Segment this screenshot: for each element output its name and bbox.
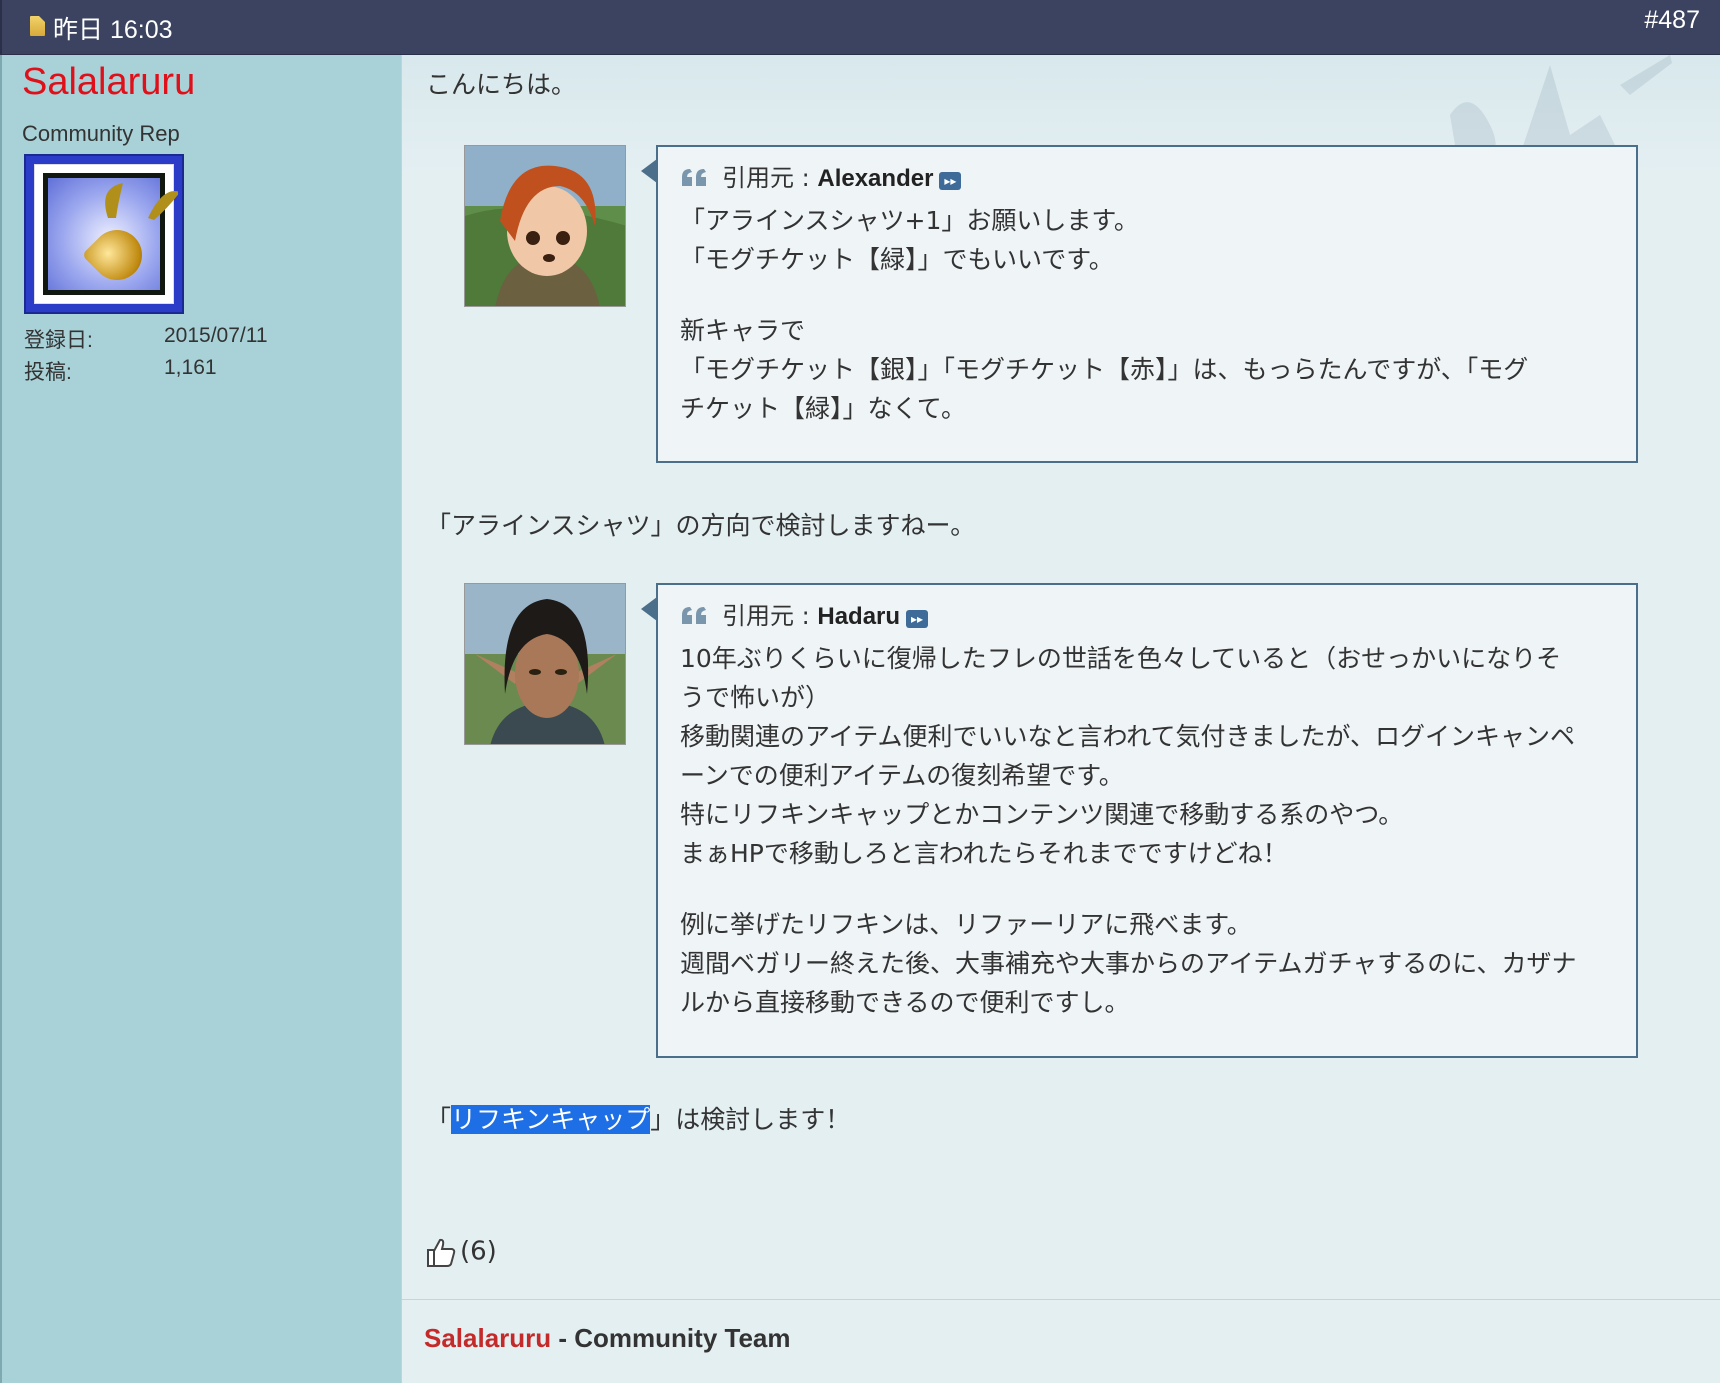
signature-divider	[402, 1299, 1720, 1300]
post-number-link[interactable]: #487	[1644, 6, 1700, 35]
reply-text-2: 「リフキンキャップ」は検討します！	[426, 1105, 851, 1134]
quote-header: 引用元 : Hadaru ▸▸	[680, 596, 929, 631]
quote-marks-icon	[682, 169, 706, 186]
join-date-value: 2015/07/11	[164, 324, 268, 347]
quote-marks-icon	[682, 607, 706, 624]
post-header: 昨日 16:03 #487	[0, 0, 1720, 55]
view-post-icon[interactable]: ▸▸	[906, 610, 929, 628]
greeting-text: こんにちは。	[426, 70, 577, 99]
post-count-value: 1,161	[164, 356, 217, 379]
thumbs-up-icon	[427, 1238, 456, 1267]
user-avatar[interactable]	[24, 154, 184, 314]
quote-box-alexander: 引用元 : Alexander ▸▸ 「アラインスシャツ+1」お願いします。 「モ…	[641, 145, 1638, 463]
post-body: こんにちは。 引用元 : Alexander ▸▸ 「アラインスシャツ+1」お願い…	[402, 55, 1720, 1383]
selected-text: リフキンキャップ	[451, 1105, 651, 1134]
join-date-row: 登録日: 2015/07/11	[24, 324, 268, 352]
quote-box-hadaru: 引用元 : Hadaru ▸▸ 10年ぶりくらいに復帰したフレの世話を色々している…	[641, 583, 1638, 1058]
signature: Salalaruru - Community Team	[424, 1323, 791, 1353]
quote-text: 「アラインスシャツ+1」お願いします。 「モグチケット【緑】」でもいいです。 新…	[680, 206, 1529, 423]
user-title: Community Rep	[22, 121, 180, 146]
quote-text: 10年ぶりくらいに復帰したフレの世話を色々していると（おせっかいになりそ うで怖…	[680, 644, 1577, 1017]
user-sidebar: Salalaruru Community Rep 登録日: 2015/07/11…	[0, 55, 402, 1383]
quote-avatar-alexander[interactable]	[464, 145, 626, 307]
post-date: 昨日 16:03	[53, 16, 173, 44]
post-count-row: 投稿: 1,161	[24, 356, 217, 384]
reply-text-1: 「アラインスシャツ」の方向で検討しますねー。	[426, 511, 976, 540]
golden-heart-icon	[81, 219, 153, 291]
view-post-icon[interactable]: ▸▸	[939, 172, 962, 190]
like-button[interactable]: (6)	[424, 1236, 497, 1268]
quote-author: Alexander	[817, 165, 934, 192]
quote-author: Hadaru	[817, 603, 901, 630]
leaf-wings-icon	[105, 183, 178, 220]
username-link[interactable]: Salalaruru	[22, 61, 195, 104]
post-document-icon	[30, 16, 45, 36]
quote-header: 引用元 : Alexander ▸▸	[680, 158, 962, 193]
like-count: (6)	[460, 1236, 497, 1267]
quote-avatar-hadaru[interactable]	[464, 583, 626, 745]
